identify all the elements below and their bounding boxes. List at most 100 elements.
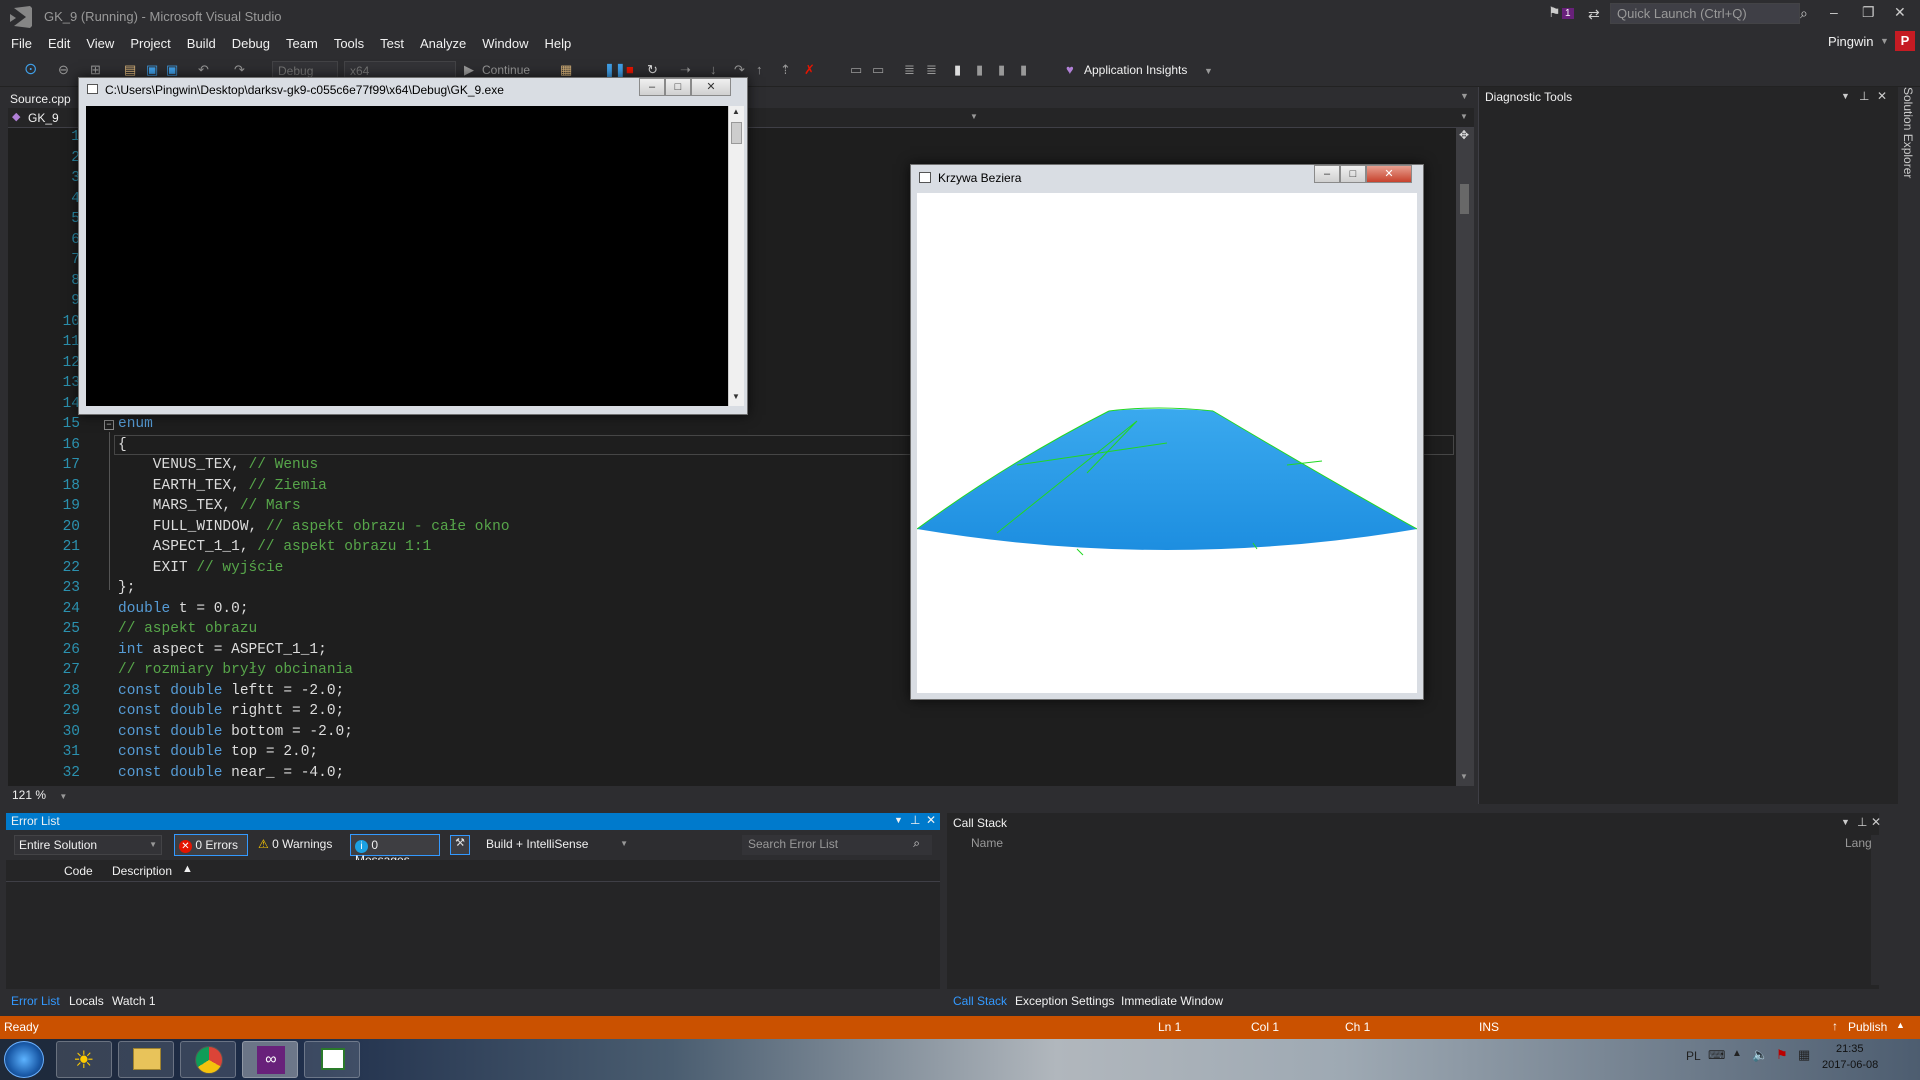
application-insights-icon[interactable]: ♥: [1066, 62, 1074, 77]
console-output[interactable]: [86, 106, 728, 406]
call-stack-scrollbar[interactable]: [1871, 835, 1879, 985]
restore-icon[interactable]: ❐: [1862, 4, 1875, 21]
format-icon[interactable]: ▭: [872, 62, 884, 78]
glut-window[interactable]: Krzywa Beziera – □ ✕: [910, 164, 1424, 700]
zoom-dropdown-icon[interactable]: ▼: [59, 792, 67, 801]
filter-toggle-button[interactable]: ⚒: [450, 835, 470, 855]
feedback-icon[interactable]: ⇄: [1588, 6, 1600, 23]
taskbar-app-glut[interactable]: [304, 1041, 360, 1078]
tab-error-list[interactable]: Error List: [11, 994, 60, 1008]
menu-window[interactable]: Window: [474, 32, 536, 55]
clear-bookmarks-icon[interactable]: ▮: [1020, 62, 1027, 78]
glut-minimize-button[interactable]: –: [1314, 165, 1340, 183]
keyboard-icon[interactable]: ⌨: [1708, 1048, 1725, 1062]
toolbar-overflow-icon[interactable]: ▼: [1204, 66, 1213, 76]
step-out-icon[interactable]: ↑: [756, 62, 763, 77]
indent-icon[interactable]: ≣: [904, 62, 915, 78]
network-icon[interactable]: ▦: [1798, 1047, 1810, 1063]
errors-filter-button[interactable]: ✕ 0 Errors: [174, 834, 248, 856]
scope-dropdown[interactable]: Entire Solution ▼: [14, 835, 162, 855]
taskbar-app-sun[interactable]: ☀: [56, 1041, 112, 1078]
panel-menu-icon[interactable]: ▼: [1841, 817, 1850, 827]
comment-icon[interactable]: ▭: [850, 62, 862, 78]
new-project-icon[interactable]: ⊞: [90, 62, 101, 78]
step-into-icon[interactable]: ↓: [710, 62, 717, 77]
search-icon[interactable]: ⌕: [1800, 5, 1808, 22]
nav-dropdown-icon-2[interactable]: ▼: [1460, 112, 1468, 121]
stop-debugging-icon[interactable]: ■: [626, 62, 634, 77]
publish-button[interactable]: Publish: [1848, 1020, 1887, 1034]
tab-locals[interactable]: Locals: [69, 994, 104, 1008]
menu-team[interactable]: Team: [278, 32, 326, 55]
glut-close-button[interactable]: ✕: [1366, 165, 1412, 183]
tab-watch-1[interactable]: Watch 1: [112, 994, 156, 1008]
pin-icon[interactable]: ⊥: [910, 813, 920, 827]
console-minimize-button[interactable]: –: [639, 78, 665, 96]
user-name[interactable]: Pingwin: [1828, 34, 1874, 49]
user-avatar[interactable]: P: [1895, 31, 1915, 51]
console-scrollbar[interactable]: ▲ ▼: [728, 106, 744, 406]
console-close-button[interactable]: ✕: [691, 78, 731, 96]
action-center-icon[interactable]: ⚑: [1776, 1047, 1788, 1063]
tab-exception-settings[interactable]: Exception Settings: [1015, 994, 1114, 1008]
menu-help[interactable]: Help: [537, 32, 580, 55]
application-insights-button[interactable]: Application Insights: [1084, 63, 1187, 77]
column-name-header[interactable]: Name: [971, 836, 1003, 850]
solution-explorer-tab[interactable]: Solution Explorer: [1901, 87, 1915, 178]
menu-build[interactable]: Build: [179, 32, 224, 55]
break-all-icon[interactable]: ❚❚: [604, 62, 626, 78]
console-scroll-up-icon[interactable]: ▲: [732, 107, 740, 116]
zoom-level[interactable]: 121 % ▼: [8, 786, 1474, 804]
breakpoint-toggle-icon[interactable]: ⇡: [780, 62, 791, 78]
restart-icon[interactable]: ↻: [647, 62, 658, 78]
tab-dropdown-icon[interactable]: ▼: [1460, 91, 1469, 101]
search-error-list-input[interactable]: Search Error List ⌕: [742, 835, 932, 855]
clock-time[interactable]: 21:35: [1836, 1043, 1864, 1055]
column-description-header[interactable]: Description: [112, 864, 172, 878]
menu-project[interactable]: Project: [122, 32, 178, 55]
pin-icon[interactable]: ⊥: [1857, 815, 1867, 829]
close-icon[interactable]: ✕: [1894, 4, 1906, 21]
user-dropdown-icon[interactable]: ▼: [1880, 36, 1889, 46]
column-code-header[interactable]: Code: [64, 864, 93, 878]
editor-scrollbar[interactable]: ✥ ▼: [1456, 128, 1474, 786]
open-file-icon[interactable]: ▤: [124, 62, 136, 78]
scroll-down-icon[interactable]: ▼: [1460, 772, 1468, 781]
menu-view[interactable]: View: [78, 32, 122, 55]
volume-icon[interactable]: 🔈: [1752, 1047, 1768, 1063]
exception-icon[interactable]: ✗: [804, 62, 815, 78]
panel-close-icon[interactable]: ✕: [1871, 815, 1881, 829]
show-hidden-icons-icon[interactable]: ▲: [1732, 1048, 1742, 1059]
redo-icon[interactable]: ↷: [234, 62, 245, 78]
undo-icon[interactable]: ↶: [198, 62, 209, 78]
panel-close-icon[interactable]: ✕: [1877, 89, 1887, 103]
scrollbar-thumb[interactable]: [1460, 184, 1469, 214]
navigate-forward-icon[interactable]: ⊖: [58, 62, 69, 78]
menu-debug[interactable]: Debug: [224, 32, 278, 55]
tray-language[interactable]: PL: [1686, 1049, 1701, 1063]
tab-call-stack[interactable]: Call Stack: [953, 994, 1007, 1008]
menu-analyze[interactable]: Analyze: [412, 32, 474, 55]
pin-icon[interactable]: ⊥: [1859, 89, 1869, 103]
taskbar-app-explorer[interactable]: [118, 1041, 174, 1078]
tab-immediate-window[interactable]: Immediate Window: [1121, 994, 1223, 1008]
glut-maximize-button[interactable]: □: [1340, 165, 1366, 183]
navigate-back-icon[interactable]: ⊙: [24, 59, 37, 79]
panel-close-icon[interactable]: ✕: [926, 813, 936, 827]
outdent-icon[interactable]: ≣: [926, 62, 937, 78]
build-filter-dropdown[interactable]: Build + IntelliSense ▼: [482, 835, 632, 855]
menu-file[interactable]: File: [0, 32, 40, 55]
bezier-surface-canvas[interactable]: [917, 193, 1417, 693]
notification-count[interactable]: 1: [1562, 8, 1574, 19]
process-icon[interactable]: ▦: [560, 62, 572, 78]
publish-dropdown-icon[interactable]: ▲: [1896, 1020, 1905, 1030]
prev-bookmark-icon[interactable]: ▮: [976, 62, 983, 78]
menu-test[interactable]: Test: [372, 32, 412, 55]
console-scroll-down-icon[interactable]: ▼: [732, 392, 740, 401]
warnings-filter-button[interactable]: ⚠ 0 Warnings: [254, 834, 340, 856]
next-bookmark-icon[interactable]: ▮: [998, 62, 1005, 78]
panel-menu-icon[interactable]: ▼: [1841, 91, 1850, 101]
taskbar-app-chrome[interactable]: [180, 1041, 236, 1078]
save-icon[interactable]: ▣: [146, 62, 158, 78]
split-editor-icon[interactable]: ✥: [1459, 128, 1469, 142]
